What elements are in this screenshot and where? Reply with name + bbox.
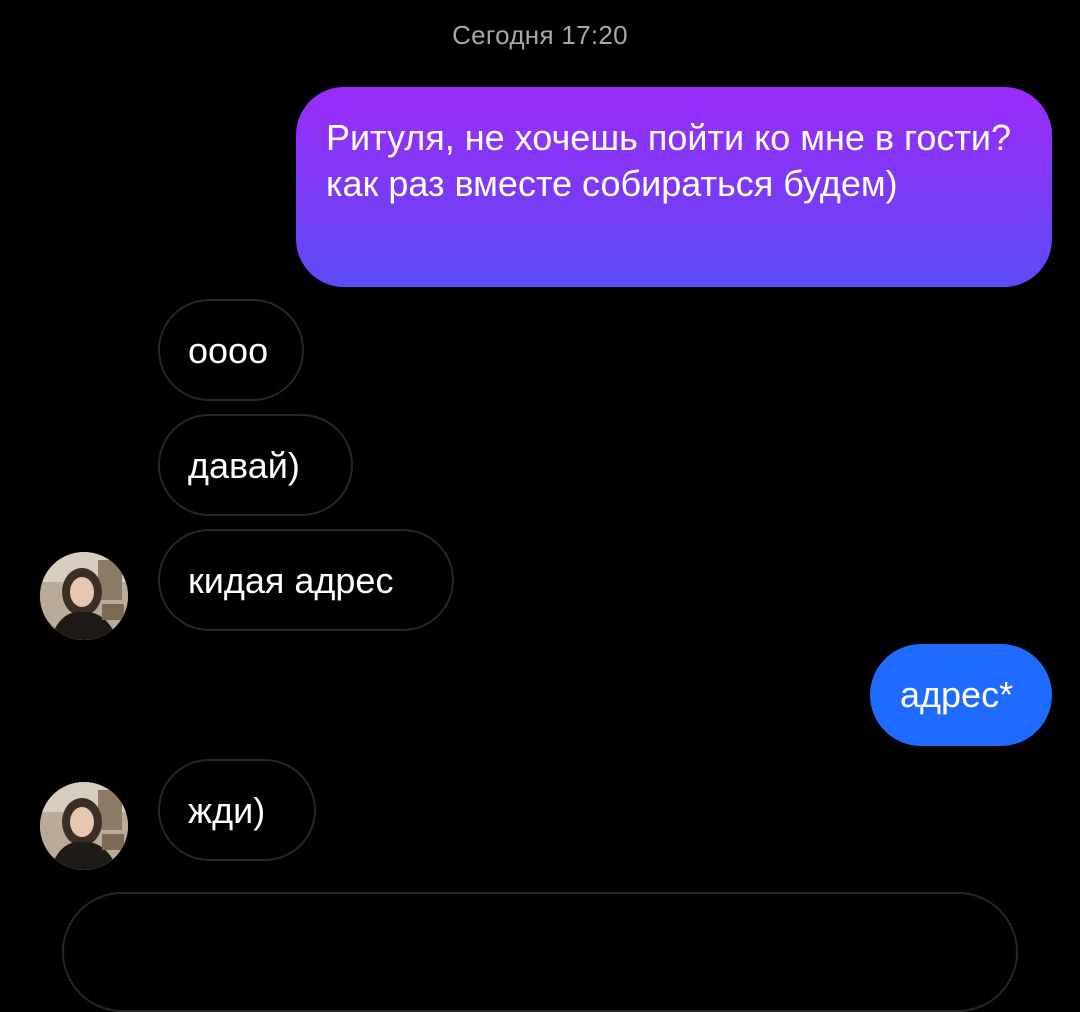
outgoing-message-bubble[interactable]: адрес*	[870, 644, 1052, 746]
incoming-message-bubble[interactable]: давай)	[158, 414, 353, 516]
incoming-message-bubble[interactable]: кидая адрес	[158, 529, 454, 631]
message-text: адрес*	[900, 674, 1014, 715]
outgoing-message-bubble[interactable]: Ритуля, не хочешь пойти ко мне в гости? …	[296, 87, 1052, 287]
contact-avatar[interactable]	[40, 552, 128, 640]
message-text: кидая адрес	[188, 560, 394, 601]
incoming-message-bubble[interactable]: оооо	[158, 299, 304, 401]
message-input[interactable]	[62, 892, 1018, 1012]
chat-timestamp: Сегодня 17:20	[452, 20, 628, 50]
message-text: оооо	[188, 330, 269, 371]
message-text: Ритуля, не хочешь пойти ко мне в гости? …	[326, 117, 1012, 204]
message-text: жди)	[188, 790, 266, 831]
message-text: давай)	[188, 445, 300, 486]
contact-avatar[interactable]	[40, 782, 128, 870]
incoming-message-bubble[interactable]: жди)	[158, 759, 316, 861]
